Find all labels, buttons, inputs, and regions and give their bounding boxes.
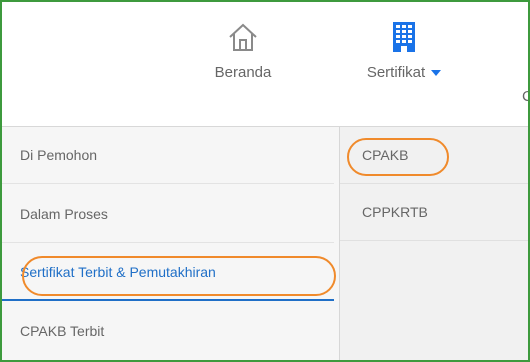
submenu-item-cpakb[interactable]: CPAKB [340, 127, 528, 184]
dropdown-item-sertifikat-terbit[interactable]: Sertifikat Terbit & Pemutakhiran [2, 244, 334, 301]
dropdown-item-dalam-proses[interactable]: Dalam Proses [2, 186, 334, 243]
dropdown-item-cpakb-terbit[interactable]: CPAKB Terbit [2, 303, 334, 360]
nav-item-partial[interactable]: C [522, 88, 528, 105]
nav-item-beranda[interactable]: Beranda [198, 20, 288, 81]
building-icon [393, 22, 415, 52]
submenu-panel: CPAKB CPPKRTB [340, 127, 528, 360]
home-icon [229, 23, 257, 51]
sertifikat-dropdown: Di Pemohon Dalam Proses Sertifikat Terbi… [2, 127, 340, 360]
chevron-down-icon [431, 70, 442, 77]
nav-item-sertifikat[interactable]: Sertifikat [354, 20, 454, 81]
dropdown-item-di-pemohon[interactable]: Di Pemohon [2, 127, 334, 184]
app-window: Beranda Sertifikat C CPAKB CPPKRTB Di [0, 0, 530, 362]
nav-label-sertifikat: Sertifikat [354, 64, 454, 81]
submenu-item-cppkrtb[interactable]: CPPKRTB [340, 184, 528, 241]
nav-label-beranda: Beranda [214, 64, 272, 81]
top-navigation: Beranda Sertifikat C [2, 2, 528, 126]
